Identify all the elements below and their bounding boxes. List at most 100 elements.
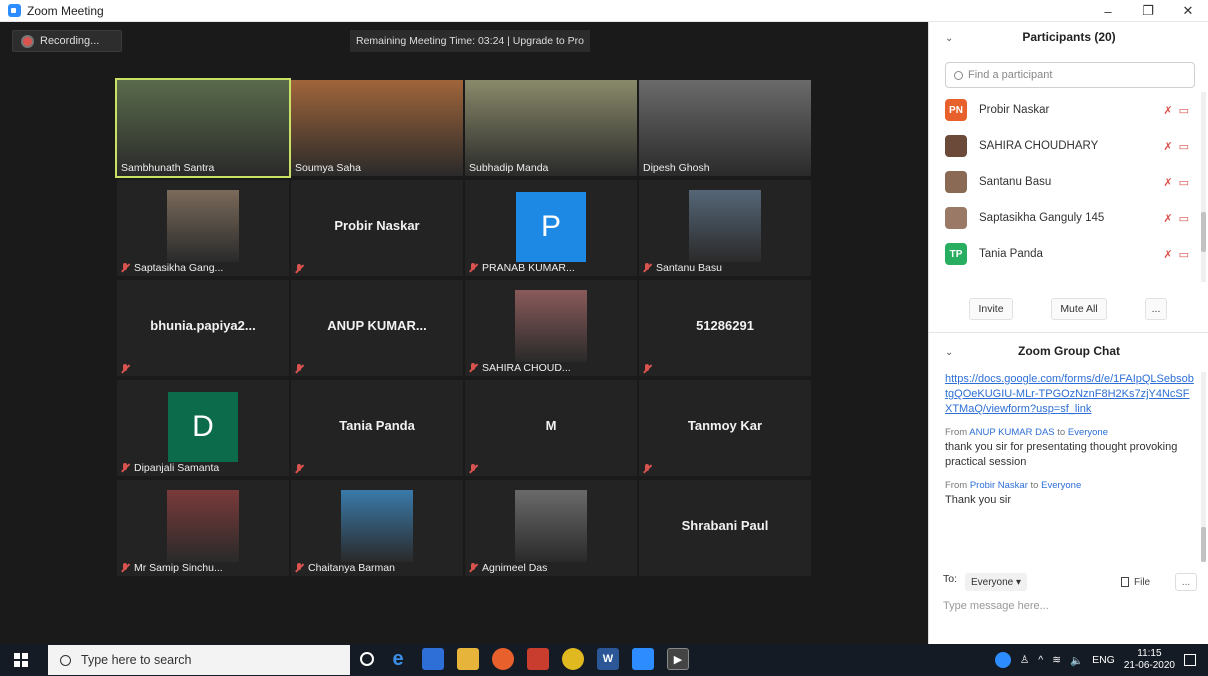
muted-mic-icon[interactable]: ✗: [1163, 212, 1172, 225]
invite-button[interactable]: Invite: [969, 298, 1013, 320]
muted-mic-icon: [295, 563, 303, 573]
chevron-up-icon[interactable]: ^: [1038, 654, 1043, 666]
taskbar-search-placeholder: Type here to search: [81, 653, 192, 667]
participant-list-item[interactable]: PN Probir Naskar ✗ ▭: [929, 92, 1199, 128]
participant-center-name: Probir Naskar: [334, 218, 420, 233]
participant-name-label: [643, 364, 656, 374]
video-off-icon[interactable]: ▭: [1179, 104, 1189, 117]
app-icon[interactable]: [527, 648, 549, 670]
participant-name: Sambhunath Santra: [121, 162, 215, 174]
participant-tile[interactable]: Saptasikha Gang...: [117, 180, 289, 276]
media-player-icon[interactable]: ▶: [667, 648, 689, 670]
maximize-button[interactable]: ❐: [1128, 0, 1168, 22]
chat-more-button[interactable]: ...: [1175, 573, 1197, 591]
muted-mic-icon[interactable]: ✗: [1163, 176, 1172, 189]
task-view-icon[interactable]: [360, 652, 374, 666]
participant-tile[interactable]: Agnimeel Das: [465, 480, 637, 576]
participant-tile[interactable]: M: [465, 380, 637, 476]
search-icon: [60, 654, 71, 666]
participant-list-name: Probir Naskar: [979, 104, 1050, 116]
participant-tile[interactable]: Probir Naskar: [291, 180, 463, 276]
participant-search-input[interactable]: Find a participant: [945, 62, 1195, 88]
file-explorer-icon[interactable]: [457, 648, 479, 670]
muted-mic-icon: [643, 263, 651, 273]
participant-tile[interactable]: SAHIRA CHOUD...: [465, 280, 637, 376]
firefox-icon[interactable]: [492, 648, 514, 670]
participants-more-button[interactable]: ...: [1145, 298, 1167, 320]
chat-recipient-row: To: Everyone ▾ File ...: [943, 573, 1199, 593]
word-icon[interactable]: W: [597, 648, 619, 670]
remaining-time-banner[interactable]: Remaining Meeting Time: 03:24 | Upgrade …: [350, 30, 591, 52]
chat-message-input[interactable]: Type message here...: [943, 600, 1049, 612]
participant-name: Chaitanya Barman: [308, 562, 395, 574]
participant-tile[interactable]: bhunia.papiya2...: [117, 280, 289, 376]
participant-tile[interactable]: Santanu Basu: [639, 180, 811, 276]
clock[interactable]: 11:15 21-06-2020: [1124, 648, 1175, 672]
mute-all-button[interactable]: Mute All: [1051, 298, 1107, 320]
video-off-icon[interactable]: ▭: [1179, 176, 1189, 189]
participant-tile[interactable]: Tanmoy Kar: [639, 380, 811, 476]
chrome-icon[interactable]: [562, 648, 584, 670]
participant-tile[interactable]: Chaitanya Barman: [291, 480, 463, 576]
participant-tile[interactable]: Tania Panda: [291, 380, 463, 476]
participant-name: Subhadip Manda: [469, 162, 549, 174]
participant-center-name: Tanmoy Kar: [687, 418, 763, 433]
participant-tile[interactable]: Mr Samip Sinchu...: [117, 480, 289, 576]
participant-list-name: Santanu Basu: [979, 176, 1052, 188]
recording-button[interactable]: Recording...: [12, 30, 122, 52]
participants-scrollbar[interactable]: [1201, 92, 1206, 282]
app-icon[interactable]: [422, 648, 444, 670]
video-off-icon[interactable]: ▭: [1179, 140, 1189, 153]
taskbar-search-input[interactable]: Type here to search: [48, 645, 350, 675]
recording-label: Recording...: [40, 35, 100, 47]
record-icon: [23, 36, 32, 46]
network-icon[interactable]: [994, 652, 1011, 668]
participant-name: Dipanjali Samanta: [134, 462, 220, 474]
participant-initial-avatar: D: [168, 392, 238, 462]
wifi-icon[interactable]: ≋: [1052, 654, 1061, 666]
muted-mic-icon[interactable]: ✗: [1163, 248, 1172, 261]
volume-icon[interactable]: 🔈: [1070, 654, 1083, 667]
muted-mic-icon: [121, 263, 129, 273]
muted-mic-icon[interactable]: ✗: [1163, 140, 1172, 153]
participant-name-label: Sambhunath Santra: [121, 162, 214, 174]
participant-list-item[interactable]: Saptasikha Ganguly 145 ✗ ▭: [929, 200, 1199, 236]
participant-tile[interactable]: ANUP KUMAR...: [291, 280, 463, 376]
language-indicator[interactable]: ENG: [1092, 654, 1115, 666]
participant-video: [515, 490, 587, 562]
participant-name: Saptasikha Gang...: [134, 262, 224, 274]
participant-list-item[interactable]: TP Tania Panda ✗ ▭: [929, 236, 1199, 272]
participant-list-item[interactable]: Santanu Basu ✗ ▭: [929, 164, 1199, 200]
chat-link[interactable]: https://docs.google.com/forms/d/e/1FAIpQ…: [945, 372, 1195, 417]
muted-mic-icon[interactable]: ✗: [1163, 104, 1172, 117]
minimize-button[interactable]: –: [1088, 0, 1128, 22]
file-button[interactable]: File: [1121, 573, 1150, 591]
participant-tile[interactable]: Dipesh Ghosh: [639, 80, 811, 176]
to-label: To:: [943, 573, 958, 585]
notification-icon[interactable]: [1184, 654, 1196, 666]
participant-center-name: bhunia.papiya2...: [150, 318, 256, 333]
participant-list-name: SAHIRA CHOUDHARY: [979, 140, 1099, 152]
participant-tile[interactable]: 51286291: [639, 280, 811, 376]
zoom-taskbar-icon[interactable]: [632, 648, 654, 670]
participant-list-item[interactable]: SAHIRA CHOUDHARY ✗ ▭: [929, 128, 1199, 164]
participant-tile[interactable]: D Dipanjali Samanta: [117, 380, 289, 476]
recipient-dropdown[interactable]: Everyone ▾: [965, 573, 1027, 591]
participant-tile[interactable]: Soumya Saha: [291, 80, 463, 176]
chat-scrollbar[interactable]: [1201, 372, 1206, 562]
people-icon[interactable]: ♙: [1020, 654, 1029, 666]
clock-time: 11:15: [1137, 648, 1162, 659]
edge-icon[interactable]: e: [387, 648, 409, 670]
muted-mic-icon: [295, 364, 303, 374]
chat-sender-line: From ANUP KUMAR DAS to Everyone: [945, 427, 1108, 438]
windows-start-icon[interactable]: [14, 653, 28, 667]
participant-name-label: Agnimeel Das: [469, 562, 547, 574]
participant-tile[interactable]: Sambhunath Santra: [115, 78, 291, 178]
participant-tile[interactable]: Shrabani Paul: [639, 480, 811, 576]
close-button[interactable]: ✕: [1168, 0, 1208, 22]
video-off-icon[interactable]: ▭: [1179, 212, 1189, 225]
participant-tile[interactable]: P PRANAB KUMAR...: [465, 180, 637, 276]
participant-video: [341, 490, 413, 562]
video-off-icon[interactable]: ▭: [1179, 248, 1189, 261]
participant-tile[interactable]: Subhadip Manda: [465, 80, 637, 176]
